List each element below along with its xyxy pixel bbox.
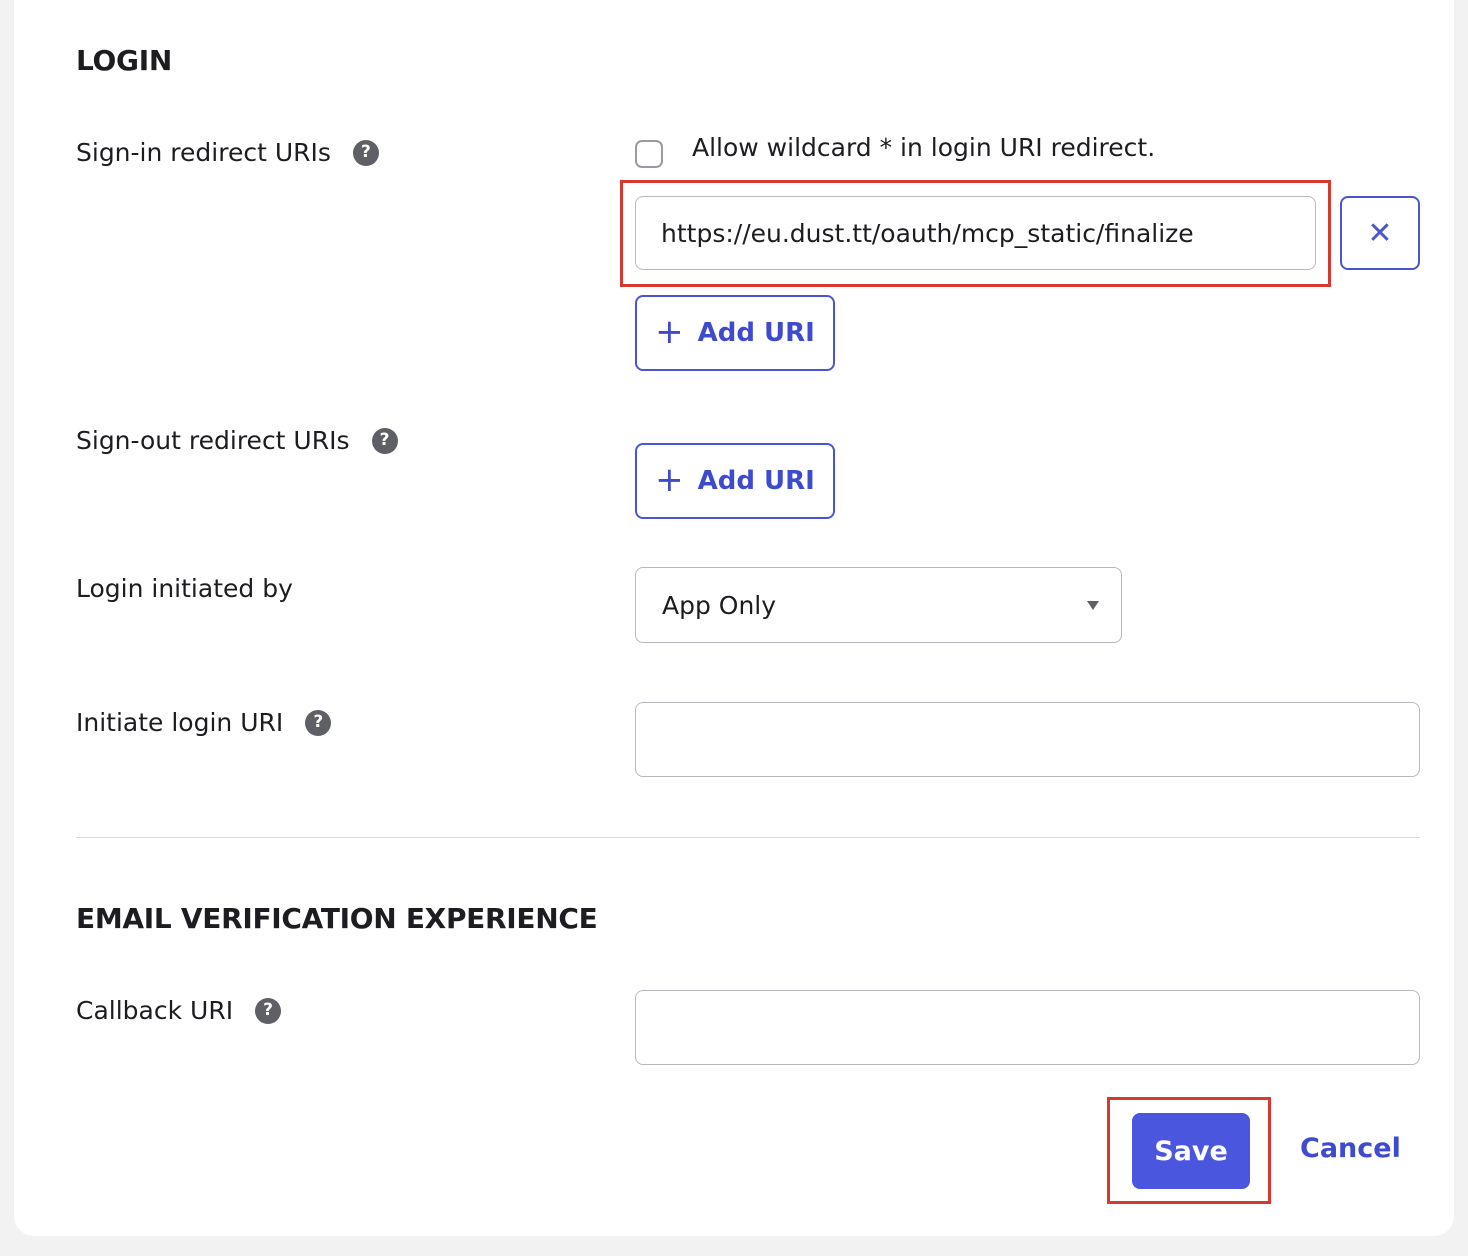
initiate-login-uri-input[interactable] [635, 702, 1420, 777]
initiate-login-uri-label-text: Initiate login URI [76, 708, 284, 737]
help-icon[interactable]: ? [371, 427, 398, 454]
callback-uri-label: Callback URI ? [76, 996, 282, 1025]
login-initiated-label: Login initiated by [76, 574, 293, 603]
callback-uri-label-text: Callback URI [76, 996, 234, 1025]
signin-redirect-label: Sign-in redirect URIs ? [76, 138, 379, 167]
help-icon[interactable]: ? [305, 709, 332, 736]
caret-down-icon [1087, 600, 1099, 610]
signin-add-uri-label: Add URI [697, 318, 815, 348]
signout-redirect-label: Sign-out redirect URIs ? [76, 426, 398, 455]
plus-icon: + [655, 311, 684, 352]
login-initiated-select[interactable]: App Only [635, 567, 1122, 643]
section-divider [76, 837, 1420, 838]
signin-redirect-label-text: Sign-in redirect URIs [76, 138, 331, 167]
login-initiated-selected-value: App Only [662, 590, 777, 620]
callback-uri-input[interactable] [635, 990, 1420, 1065]
login-initiated-label-text: Login initiated by [76, 574, 293, 603]
settings-card: LOGIN Sign-in redirect URIs ? Allow wild… [14, 0, 1454, 1236]
signout-add-uri-label: Add URI [697, 466, 815, 496]
cancel-button[interactable]: Cancel [1300, 1133, 1401, 1164]
signin-add-uri-button[interactable]: + Add URI [635, 295, 835, 371]
signin-redirect-uri-input[interactable] [635, 196, 1316, 270]
save-button[interactable]: Save [1132, 1113, 1250, 1189]
help-icon[interactable]: ? [255, 997, 282, 1024]
help-icon[interactable]: ? [352, 139, 379, 166]
close-icon: ✕ [1367, 215, 1393, 251]
plus-icon: + [655, 459, 684, 500]
initiate-login-uri-label: Initiate login URI ? [76, 708, 332, 737]
wildcard-checkbox-label: Allow wildcard * in login URI redirect. [692, 133, 1156, 162]
wildcard-checkbox[interactable] [635, 140, 663, 168]
signout-add-uri-button[interactable]: + Add URI [635, 443, 835, 519]
login-section-title: LOGIN [76, 44, 172, 77]
signout-redirect-label-text: Sign-out redirect URIs [76, 426, 350, 455]
remove-uri-button[interactable]: ✕ [1340, 196, 1420, 270]
email-verification-section-title: EMAIL VERIFICATION EXPERIENCE [76, 902, 598, 935]
